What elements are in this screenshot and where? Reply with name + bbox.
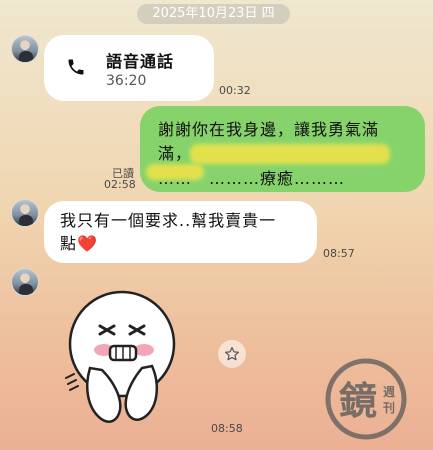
star-icon (225, 347, 239, 361)
message-time: 08:58 (211, 422, 243, 435)
date-divider: 2025年10月23日 四 (137, 4, 290, 24)
message-text-line: 我只有一個要求..幫我賣貴一 (60, 211, 277, 230)
contact-avatar[interactable] (11, 35, 39, 63)
favorite-star-button[interactable] (218, 340, 246, 368)
mirror-media-watermark-logo: 鏡 週 刊 (325, 358, 407, 440)
contact-avatar[interactable] (11, 268, 39, 296)
phone-icon (68, 59, 84, 75)
message-time: 02:58 (104, 178, 136, 191)
message-text-line: 謝謝你在我身邊，讓我勇氣滿 (158, 120, 380, 139)
sticker-image[interactable] (60, 288, 180, 428)
redaction-mark (190, 144, 390, 164)
svg-text:週: 週 (383, 384, 395, 399)
sent-message-bubble[interactable]: 謝謝你在我身邊，讓我勇氣滿 滿， …… ………療癒……… (140, 106, 425, 192)
voice-call-bubble[interactable]: 語音通話 36:20 (44, 35, 214, 101)
svg-text:鏡: 鏡 (339, 379, 377, 423)
message-text-line: 點 (60, 234, 78, 253)
redaction-mark (146, 164, 204, 180)
call-title: 語音通話 (106, 52, 175, 71)
message-time: 00:32 (219, 84, 251, 97)
heart-emoji: ❤️ (77, 234, 98, 253)
call-duration: 36:20 (106, 73, 147, 89)
contact-avatar[interactable] (11, 199, 39, 227)
message-time: 08:57 (323, 247, 355, 260)
svg-text:刊: 刊 (383, 401, 395, 415)
received-message-bubble[interactable]: 我只有一個要求..幫我賣貴一 點❤️ (44, 201, 317, 263)
